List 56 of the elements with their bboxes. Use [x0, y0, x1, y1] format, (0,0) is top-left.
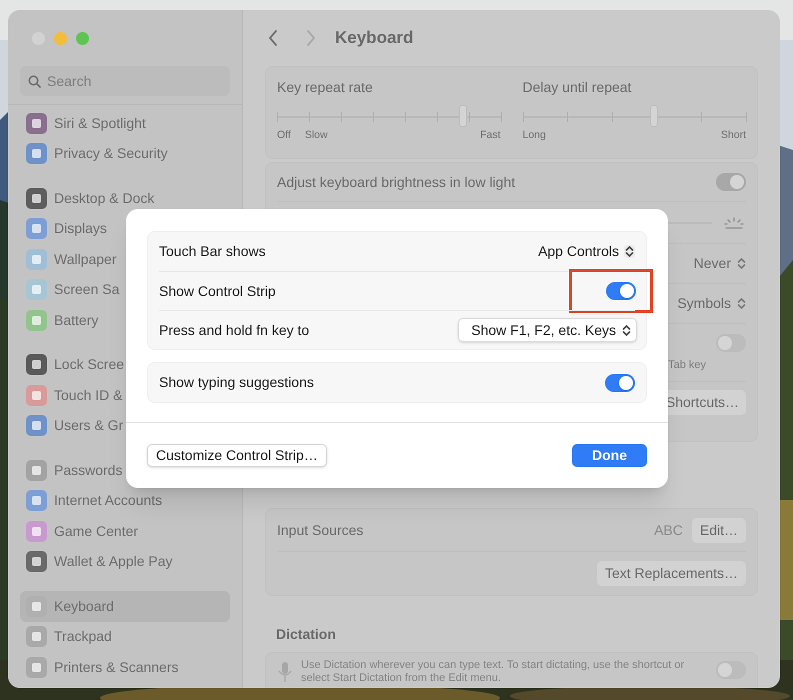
setting-label: Press and hold fn key to [159, 320, 310, 340]
slider-label: Delay until repeat [522, 78, 632, 97]
minimize-button[interactable] [54, 32, 67, 44]
sidebar-item[interactable]: Trackpad [20, 622, 230, 652]
up-down-chevron-icon [737, 297, 746, 310]
brightness-icon [724, 216, 744, 228]
up-down-chevron-icon [737, 257, 746, 270]
microphone-icon [277, 661, 293, 683]
input-source-value: ABC [654, 520, 683, 540]
sidebar-item[interactable]: Internet Accounts [20, 486, 230, 516]
dictation-description: Use Dictation wherever you can type text. To start dictating, use the shortcut or select Start Dictation from the Edit menu. [301, 659, 686, 685]
edit-button[interactable]: Edit… [692, 518, 746, 542]
sidebar-item[interactable]: Siri & Spotlight [20, 108, 230, 138]
sidebar-item[interactable]: Game Center [20, 516, 230, 546]
slider-thumb[interactable] [650, 105, 658, 127]
popup-button[interactable]: Never [694, 253, 746, 274]
sidebar-item[interactable]: Displays [20, 214, 230, 244]
customize-button[interactable]: Customize Control Strip… [147, 444, 327, 467]
done-button[interactable]: Done [572, 444, 647, 467]
setting-label: Input Sources [277, 520, 364, 540]
popup-button[interactable]: Show F1, F2, etc. Keys [458, 318, 637, 342]
sidebar-item[interactable]: Wallet & Apple Pay [20, 546, 230, 577]
toggle-switch[interactable] [605, 374, 635, 392]
search-field[interactable]: Search [20, 66, 230, 96]
setting-label: Show Control Strip [159, 282, 276, 301]
toggle-switch[interactable] [716, 661, 746, 679]
setting-label: Show typing suggestions [159, 373, 314, 392]
toggle-switch[interactable] [716, 334, 746, 352]
tick-label: Slow [304, 128, 328, 143]
popup-button[interactable]: Symbols [677, 293, 746, 314]
slider-label: Key repeat rate [277, 78, 374, 97]
back-icon[interactable] [267, 29, 279, 47]
slider-thumb[interactable] [458, 105, 466, 127]
setting-label: Touch Bar shows [159, 242, 266, 261]
sidebar-item[interactable]: Keyboard [20, 591, 230, 622]
section-heading: Dictation [276, 625, 337, 644]
sidebar-item[interactable]: Privacy & Security [20, 138, 230, 169]
up-down-chevron-icon [624, 245, 635, 258]
text-replacements-button[interactable]: Text Replacements… [596, 561, 746, 586]
zoom-button[interactable] [76, 32, 89, 44]
tick-label: Fast [480, 128, 500, 143]
tick-label: Off [277, 128, 291, 143]
setting-label: Adjust keyboard brightness in low light [277, 172, 516, 192]
popup-button[interactable]: App Controls [538, 241, 635, 262]
forward-icon[interactable] [305, 29, 317, 47]
search-icon [28, 75, 41, 88]
toggle-switch[interactable] [716, 173, 746, 191]
up-down-chevron-icon [622, 324, 631, 336]
window-title: Keyboard [335, 27, 414, 50]
toggle-switch[interactable] [606, 282, 636, 300]
sidebar-item[interactable]: Users & Gr [20, 410, 230, 441]
setting-description: Tab key [668, 358, 706, 372]
tick-label: Long [522, 128, 546, 143]
sidebar-item[interactable]: Printers & Scanners [20, 652, 230, 682]
sidebar-item[interactable]: Desktop & Dock [20, 183, 230, 214]
tick-label: Short [720, 128, 746, 143]
